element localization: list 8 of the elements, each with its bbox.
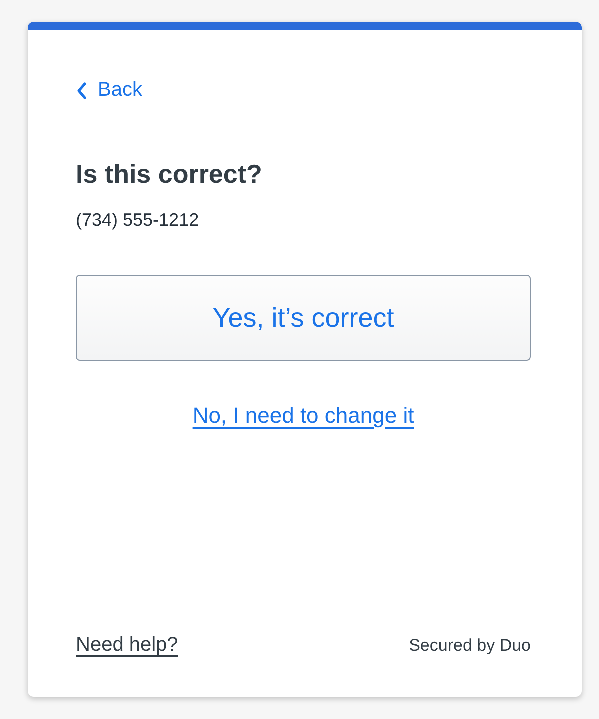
chevron-left-icon [76,82,88,100]
secured-by-text: Secured by Duo [409,636,531,656]
change-link[interactable]: No, I need to change it [192,403,414,429]
confirm-button[interactable]: Yes, it’s correct [76,275,531,361]
page-heading: Is this correct? [76,158,264,190]
back-link[interactable]: Back [76,79,142,102]
phone-number: (734) 555-1212 [76,210,200,231]
help-link[interactable]: Need help? [76,634,178,657]
